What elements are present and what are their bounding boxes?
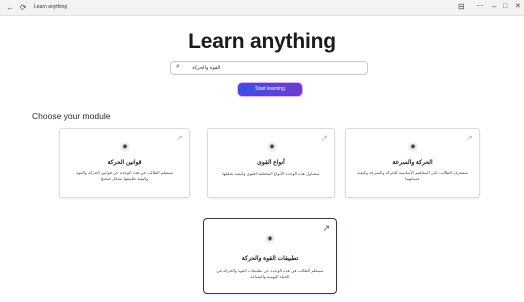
window-title: Learn anything: [34, 4, 68, 10]
search-value: القوة والحركة: [192, 65, 221, 71]
open-arrow-icon: ↗: [320, 133, 328, 143]
minimize-icon[interactable]: –: [492, 2, 496, 12]
module-title: قوانين الحركة: [107, 160, 142, 166]
more-options-icon[interactable]: ···: [476, 1, 484, 11]
module-title: تطبيقات القوة والحركة: [241, 256, 299, 262]
module-title: أنواع القوى: [257, 160, 285, 166]
app-menu-icon[interactable]: ⊟: [458, 2, 465, 12]
module-icon: ◉: [267, 142, 277, 152]
module-heading: Choose your module: [32, 111, 111, 121]
module-title: الحركة والسرعة: [392, 160, 433, 166]
back-arrow-icon[interactable]: ←: [6, 3, 14, 13]
page-title: Learn anything: [188, 30, 336, 53]
module-description: سيتعلم الطالب في هذه الوحدة عن قوانين ال…: [75, 170, 173, 181]
title-bar: ← ⟳ Learn anything ⊟ ··· – □ ✕: [0, 0, 524, 16]
maximize-icon[interactable]: □: [503, 2, 507, 12]
refresh-icon[interactable]: ⟳: [20, 3, 27, 13]
module-card-applications[interactable]: ↗ ◉ تطبيقات القوة والحركة سيتعلم الطالب …: [203, 218, 337, 294]
module-card-laws-of-motion[interactable]: ↗ ◉ قوانين الحركة سيتعلم الطالب في هذه ا…: [59, 128, 190, 198]
module-description: سيتعلم الطالب في هذه الوحدة عن تطبيقات ا…: [216, 268, 324, 279]
module-description: ستتناول هذه الوحدة الأنواع المختلفة للقو…: [222, 171, 320, 176]
module-card-motion-and-speed[interactable]: ↗ ◉ الحركة والسرعة ستتعرف الطالب على الم…: [345, 128, 480, 198]
open-arrow-icon: ↗: [175, 133, 183, 143]
module-icon: ◉: [408, 142, 418, 152]
close-icon[interactable]: ✕: [515, 2, 521, 12]
open-arrow-icon: ↗: [465, 133, 473, 143]
module-icon: ◉: [120, 142, 130, 152]
open-arrow-icon: ↗: [322, 223, 330, 233]
module-description: ستتعرف الطالب على المفاهيم الأساسية للحر…: [357, 170, 468, 181]
start-learning-button[interactable]: Start learning: [238, 83, 302, 96]
search-input[interactable]: ⌕ القوة والحركة: [170, 61, 368, 75]
module-icon: ◉: [265, 234, 275, 244]
search-icon: ⌕: [176, 63, 180, 70]
module-card-types-of-forces[interactable]: ↗ ◉ أنواع القوى ستتناول هذه الوحدة الأنو…: [207, 128, 335, 198]
